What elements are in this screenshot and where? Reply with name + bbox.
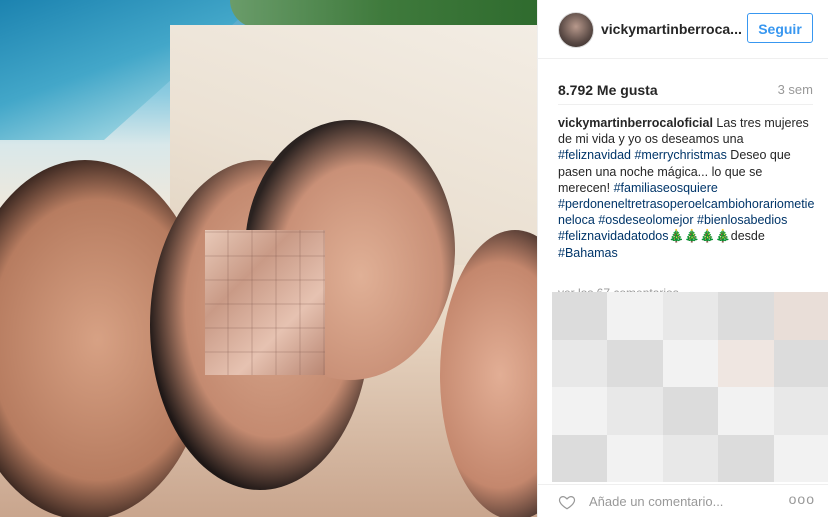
caption-author[interactable]: vickymartinberrocaloficial xyxy=(558,116,713,130)
hashtag[interactable]: #feliznavidad xyxy=(558,148,631,162)
follow-button[interactable]: Seguir xyxy=(747,13,813,43)
post-side-panel: vickymartinberroca... Seguir 8.792 Me gu… xyxy=(537,0,828,517)
likes-count[interactable]: 8.792 Me gusta xyxy=(558,82,658,98)
post-photo[interactable] xyxy=(0,0,537,517)
hashtag[interactable]: #merrychristmas xyxy=(634,148,726,162)
tree-emoji: 🎄🎄🎄🎄 xyxy=(668,229,731,244)
avatar[interactable] xyxy=(558,12,594,48)
heart-icon[interactable] xyxy=(558,493,576,511)
pixelated-comments xyxy=(552,292,828,482)
caption: vickymartinberrocaloficial Las tres muje… xyxy=(558,115,816,261)
comment-bar: Añade un comentario... ooo xyxy=(538,484,828,518)
hashtag[interactable]: #osdeseolomejor xyxy=(598,213,693,227)
person-4 xyxy=(440,230,537,517)
post-header: vickymartinberroca... Seguir xyxy=(538,0,828,59)
more-options-icon[interactable]: ooo xyxy=(789,491,815,507)
hashtag[interactable]: #bienlosabedios xyxy=(697,213,787,227)
hashtag[interactable]: #familiaseosquiere xyxy=(614,181,718,195)
trees xyxy=(230,0,537,28)
divider xyxy=(558,104,813,105)
hashtag[interactable]: #feliznavidadatodos xyxy=(558,229,669,243)
hashtag[interactable]: #Bahamas xyxy=(558,246,618,260)
pixelated-face xyxy=(205,230,325,375)
comment-input[interactable]: Añade un comentario... xyxy=(589,494,723,509)
caption-text: desde xyxy=(730,229,765,244)
post-time[interactable]: 3 sem xyxy=(778,82,813,97)
username[interactable]: vickymartinberroca... xyxy=(601,21,742,37)
